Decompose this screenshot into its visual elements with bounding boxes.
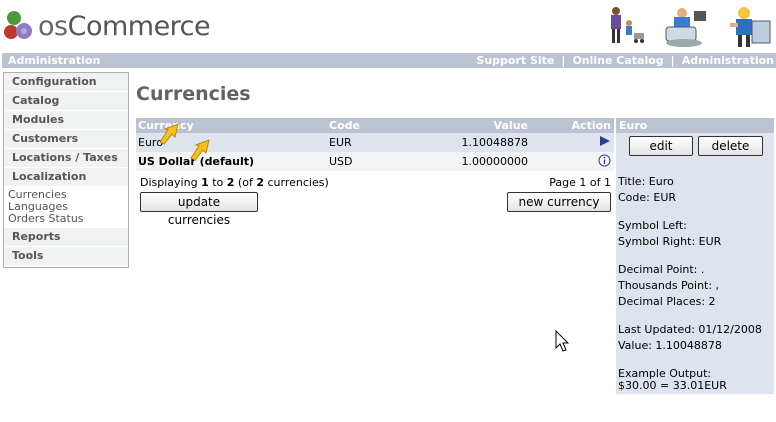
info-code: Code: EUR: [618, 191, 677, 204]
table-row[interactable]: US Dollar (default) USD 1.00000000: [136, 152, 614, 171]
currency-code: USD: [329, 155, 353, 168]
displaying-label: Displaying: [140, 176, 198, 189]
header-illustration-icon: [611, 7, 771, 47]
sidebar-item-configuration[interactable]: Configuration: [4, 73, 128, 92]
info-value: Value: 1.10048878: [618, 339, 722, 352]
navbar-title: Administration: [8, 54, 101, 67]
to-label: to: [212, 176, 224, 189]
currency-value: 1.00000000: [461, 155, 528, 168]
logo-prefix: os: [38, 10, 68, 42]
sidebar-item-catalog[interactable]: Catalog: [4, 92, 128, 111]
header: osCommerce: [0, 0, 776, 52]
info-decimal-point: Decimal Point: .: [618, 263, 705, 276]
online-catalog-link[interactable]: Online Catalog: [572, 54, 663, 67]
info-symbol-right: Symbol Right: EUR: [618, 235, 722, 248]
currency-name: Euro: [138, 136, 163, 149]
column-header-currency: Currency: [138, 119, 194, 132]
currency-name: US Dollar (default): [138, 155, 255, 168]
logo-spheres-icon: [4, 11, 32, 39]
sidebar: Configuration Catalog Modules Customers …: [3, 72, 129, 268]
info-last-updated: Last Updated: 01/12/2008: [618, 323, 762, 336]
mouse-cursor-icon: [555, 330, 570, 352]
range-from: 1: [201, 176, 209, 189]
info-decimal-places: Decimal Places: 2: [618, 295, 716, 308]
localization-submenu: Currencies Languages Orders Status: [4, 187, 128, 228]
administration-link[interactable]: Administration: [682, 54, 774, 67]
sidebar-item-localization[interactable]: Localization: [4, 168, 128, 187]
range-to: 2: [226, 176, 235, 189]
page-indicator: Page 1 of 1: [549, 176, 611, 189]
currency-info-panel: Euro edit delete Title: Euro Code: EUR S…: [616, 118, 774, 394]
info-symbol-left: Symbol Left:: [618, 219, 687, 232]
oscommerce-logo[interactable]: osCommerce: [4, 6, 211, 46]
sidebar-subitem-orders-status[interactable]: Orders Status: [4, 213, 128, 225]
column-header-code: Code: [329, 119, 360, 132]
total-count: 2: [256, 176, 264, 189]
new-currency-button[interactable]: new currency: [507, 192, 611, 212]
info-title: Title: Euro: [618, 175, 674, 188]
currencies-label: currencies): [267, 176, 329, 189]
info-thousands-point: Thousands Point: ,: [618, 279, 720, 292]
of-label: (of: [237, 176, 253, 189]
nav-separator: |: [670, 54, 675, 67]
page-title: Currencies: [136, 83, 251, 105]
table-row[interactable]: Euro EUR 1.10048878: [136, 133, 614, 152]
logo-text: Commerce: [67, 10, 211, 42]
table-header-row: Currency Code Value Action: [136, 118, 614, 133]
play-arrow-icon[interactable]: [599, 133, 611, 152]
pagination-info: Displaying 1 to 2 (of 2 currencies) Page…: [136, 176, 614, 190]
top-navigation-bar: Administration Support Site | Online Cat…: [2, 53, 776, 68]
nav-separator: |: [561, 54, 566, 67]
info-icon[interactable]: [598, 152, 611, 171]
sidebar-item-locations-taxes[interactable]: Locations / Taxes: [4, 149, 128, 168]
currency-code: EUR: [329, 136, 352, 149]
delete-button[interactable]: delete: [698, 136, 763, 156]
edit-button[interactable]: edit: [629, 136, 693, 156]
currencies-table: Currency Code Value Action Euro EUR 1.10…: [136, 118, 614, 171]
column-header-action: Action: [571, 119, 611, 132]
sidebar-item-modules[interactable]: Modules: [4, 111, 128, 130]
update-currencies-button[interactable]: update currencies: [140, 192, 258, 227]
sidebar-item-reports[interactable]: Reports: [4, 228, 128, 247]
info-example-output: $30.00 = 33.01EUR: [618, 379, 727, 392]
column-header-value: Value: [493, 119, 528, 132]
support-site-link[interactable]: Support Site: [476, 54, 554, 67]
sidebar-item-tools[interactable]: Tools: [4, 247, 128, 266]
currency-value: 1.10048878: [461, 136, 528, 149]
sidebar-item-customers[interactable]: Customers: [4, 130, 128, 149]
info-panel-heading: Euro: [616, 118, 774, 133]
